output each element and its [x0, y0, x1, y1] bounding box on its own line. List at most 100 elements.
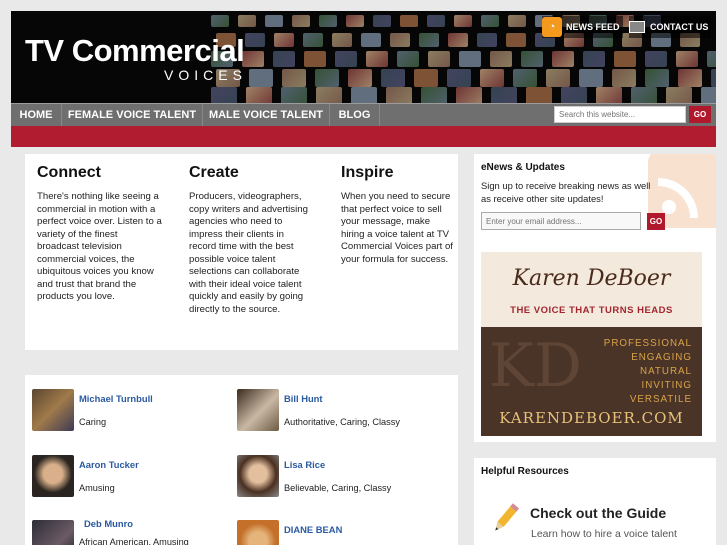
tv-screen-tile: [513, 69, 537, 87]
tv-screen-tile: [506, 33, 526, 47]
column-title: Inspire: [341, 164, 394, 181]
tv-screen-tile: [319, 15, 337, 27]
guide-link-subtitle[interactable]: Learn how to hire a voice talent: [531, 528, 677, 540]
tv-screen-tile: [419, 33, 439, 47]
ad-url: KARENDEBOER.COM: [499, 409, 684, 427]
avatar[interactable]: [32, 389, 74, 431]
tv-screen-tile: [373, 15, 391, 27]
guide-link-title[interactable]: Check out the Guide: [530, 505, 666, 521]
tv-screen-tile: [428, 51, 450, 67]
tv-screen-tile: [421, 87, 447, 103]
talent-name-link[interactable]: DIANE BEAN: [284, 524, 342, 535]
tv-screen-tile: [242, 51, 264, 67]
nav-blog[interactable]: BLOG: [330, 104, 380, 127]
sidebar-helpful-resources: Helpful Resources Check out the Guide Le…: [474, 458, 716, 545]
talent-tags: Caring: [79, 417, 107, 427]
avatar[interactable]: [32, 455, 74, 497]
tv-screen-tile: [292, 15, 310, 27]
news-feed-label: NEWS FEED: [566, 22, 620, 32]
site-header: TV Commercial VOICES ◔ NEWS FEED CONTACT…: [11, 11, 716, 103]
news-feed-link[interactable]: ◔ NEWS FEED: [542, 16, 623, 38]
ad-body: KD PROFESSIONAL ENGAGING NATURAL INVITIN…: [481, 327, 702, 436]
ad-word: ENGAGING: [631, 352, 692, 363]
tv-screen-tile: [249, 69, 273, 87]
main-navigation: HOME FEMALE VOICE TALENT MALE VOICE TALE…: [11, 103, 716, 127]
tv-screen-tile: [491, 87, 517, 103]
tv-screen-tile: [427, 15, 445, 27]
tv-screen-tile: [361, 33, 381, 47]
ad-name: Karen DeBoer: [512, 266, 671, 291]
tv-screen-tile: [304, 51, 326, 67]
tv-screen-tile: [678, 69, 702, 87]
talent-name-link[interactable]: Aaron Tucker: [79, 459, 139, 470]
search-go-button[interactable]: GO: [689, 106, 711, 123]
nav-female-voice-talent[interactable]: FEMALE VOICE TALENT: [62, 104, 203, 127]
tv-screen-tile: [346, 15, 364, 27]
tv-screen-tile: [707, 51, 716, 67]
column-text: Producers, videographers, copy writers a…: [189, 191, 308, 315]
tv-screen-tile: [631, 87, 657, 103]
tv-screen-tile: [447, 69, 471, 87]
enews-description: Sign up to receive breaking news as well…: [481, 180, 651, 204]
tv-screen-tile: [273, 51, 295, 67]
ad-monogram: KD: [489, 331, 582, 401]
site-logo[interactable]: TV Commercial: [25, 33, 245, 69]
column-title: Connect: [37, 164, 101, 181]
nav-home[interactable]: HOME: [11, 104, 62, 127]
tv-screen-tile: [477, 33, 497, 47]
tv-screen-tile: [454, 15, 472, 27]
email-go-button[interactable]: GO: [647, 213, 665, 230]
talent-tags: Authoritative, Caring, Classy: [284, 417, 400, 427]
site-logo-subtitle[interactable]: VOICES: [164, 67, 247, 83]
avatar[interactable]: [32, 520, 74, 545]
tv-screen-tile: [238, 15, 256, 27]
tv-screen-tile: [397, 51, 419, 67]
helpful-resources-title: Helpful Resources: [481, 466, 569, 477]
tv-screen-tile: [480, 69, 504, 87]
email-field[interactable]: [481, 212, 641, 230]
tv-screen-tile: [561, 87, 587, 103]
sidebar-enews-widget: eNews & Updates Sign up to receive break…: [474, 154, 716, 442]
mail-icon: [629, 21, 645, 33]
tv-screen-tile: [456, 87, 482, 103]
talent-name-link[interactable]: Michael Turnbull: [79, 393, 153, 404]
tv-screen-tile: [546, 69, 570, 87]
tv-screen-tile: [274, 33, 294, 47]
avatar[interactable]: [237, 455, 279, 497]
talent-tags: African American, Amusing: [79, 537, 189, 545]
tv-screen-tile: [245, 33, 265, 47]
tv-screen-tile: [521, 51, 543, 67]
tv-screen-tile: [211, 87, 237, 103]
tv-screen-tile: [481, 15, 499, 27]
tv-screen-tile: [390, 33, 410, 47]
tv-screen-tile: [366, 51, 388, 67]
tv-screen-tile: [316, 87, 342, 103]
tv-screen-tile: [381, 69, 405, 87]
search-input[interactable]: [554, 106, 686, 123]
nav-male-voice-talent[interactable]: MALE VOICE TALENT: [203, 104, 330, 127]
talent-name-link[interactable]: Bill Hunt: [284, 393, 323, 404]
voice-talent-list: Michael Turnbull Caring Bill Hunt Author…: [25, 375, 458, 545]
tv-screen-tile: [332, 33, 352, 47]
tv-screen-tile: [400, 15, 418, 27]
tv-screen-tile: [246, 87, 272, 103]
tv-screen-tile: [701, 87, 716, 103]
pencil-icon: [495, 503, 519, 531]
tv-screen-tile: [282, 69, 306, 87]
talent-name-link[interactable]: Deb Munro: [84, 518, 133, 529]
ad-word: PROFESSIONAL: [603, 338, 692, 349]
talent-name-link[interactable]: Lisa Rice: [284, 459, 325, 470]
avatar[interactable]: [237, 389, 279, 431]
tv-screen-tile: [676, 51, 698, 67]
tv-screen-tile: [596, 87, 622, 103]
tv-screen-tile: [448, 33, 468, 47]
tv-screen-tile: [614, 51, 636, 67]
avatar[interactable]: [237, 520, 279, 545]
ad-word: VERSATILE: [629, 394, 692, 405]
tv-screen-tile: [459, 51, 481, 67]
column-text: There's nothing like seeing a commercial…: [37, 191, 162, 302]
karen-deboer-ad[interactable]: Karen DeBoer THE VOICE THAT TURNS HEADS …: [481, 252, 702, 436]
talent-tags: Believable, Caring, Classy: [284, 483, 392, 493]
tv-screen-tile: [303, 33, 323, 47]
contact-us-link[interactable]: CONTACT US: [629, 16, 712, 38]
